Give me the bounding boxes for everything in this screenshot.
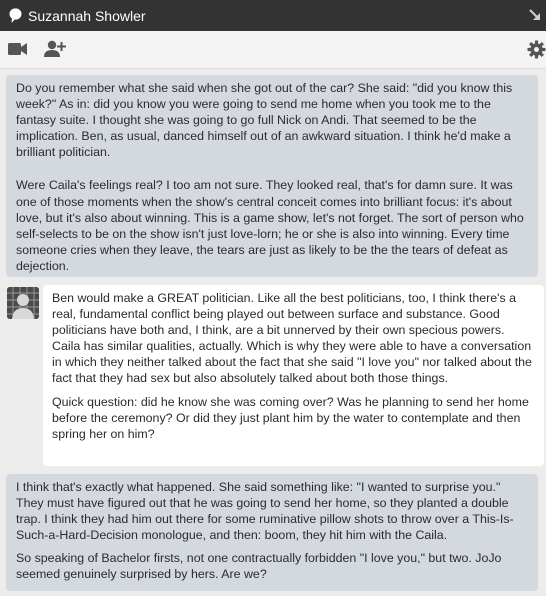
collapse-arrow-icon[interactable] [528, 8, 542, 22]
chat-message: Do you remember what she said when she g… [6, 75, 538, 277]
message-paragraph: Quick question: did he know she was comi… [52, 394, 529, 441]
window-title: Suzannah Showler [28, 7, 146, 24]
avatar[interactable] [7, 287, 39, 319]
add-user-icon[interactable] [44, 40, 66, 58]
gear-icon[interactable] [527, 40, 546, 59]
message-paragraph: Were Caila's feelings real? I too am not… [16, 178, 524, 273]
chat-message: Ben would make a GREAT politician. Like … [43, 285, 544, 466]
chat-message: I think that's exactly what happened. Sh… [6, 474, 538, 591]
message-paragraph: I think that's exactly what happened. Sh… [16, 480, 514, 543]
message-paragraph: So speaking of Bachelor firsts, not one … [16, 551, 502, 582]
chat-bubble-icon [9, 7, 22, 24]
message-list[interactable]: Do you remember what she said when she g… [0, 69, 546, 596]
window-titlebar: Suzannah Showler [0, 0, 546, 31]
message-paragraph: Ben would make a GREAT politician. Like … [52, 291, 532, 386]
chat-toolbar [0, 31, 546, 69]
video-camera-icon[interactable] [8, 42, 27, 56]
message-paragraph: Do you remember what she said when she g… [16, 81, 513, 160]
